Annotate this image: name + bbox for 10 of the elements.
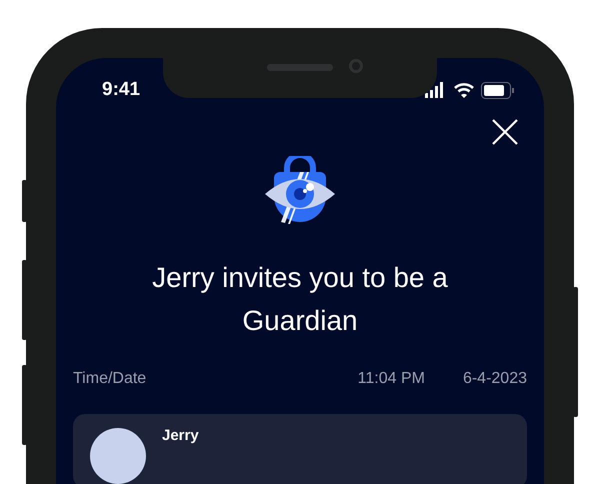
battery-icon [481, 82, 515, 98]
inviter-name: Jerry [162, 428, 199, 444]
close-icon[interactable] [491, 118, 519, 146]
date-value: 6-4-2023 [462, 370, 527, 388]
status-time: 9:41 [102, 79, 140, 101]
time-date-label: Time/Date [73, 370, 146, 388]
lock-eye-icon [263, 156, 337, 226]
invite-title: Jerry invites you to be a Guardian [151, 261, 449, 338]
wifi-icon [454, 82, 474, 98]
time-value: 11:04 PM [358, 370, 425, 388]
